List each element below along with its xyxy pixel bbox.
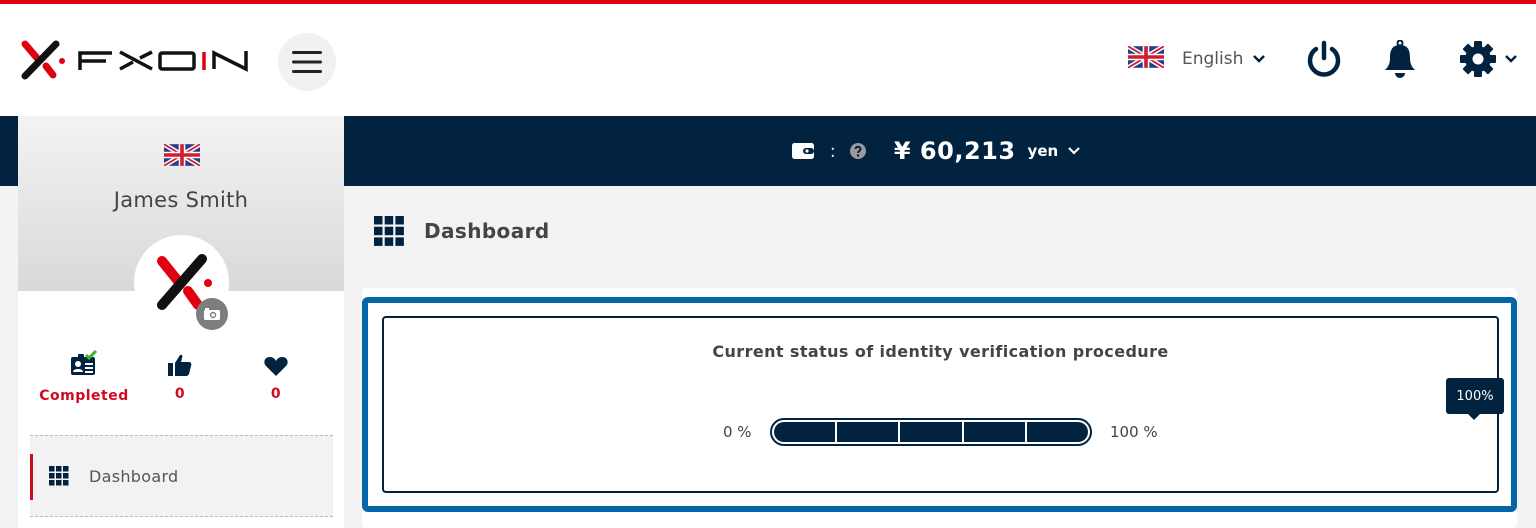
sidebar: James Smith Completed 0 0 Dashboard [18,116,344,528]
page-title-label: Dashboard [424,219,550,243]
menu-toggle-button[interactable] [278,33,336,91]
chevron-down-icon [1505,55,1517,63]
uk-flag-icon [162,142,202,170]
profile-stats: Completed 0 0 [36,346,326,404]
balance-help-button[interactable] [849,143,866,159]
stat-verification[interactable]: Completed [36,346,132,404]
notifications-button[interactable] [1383,40,1417,78]
balance-bar: : ¥ 60,213 yen [344,116,1536,186]
verification-status-title: Current status of identity verification … [712,342,1169,361]
progress-fill [774,422,1088,442]
sidebar-item-dashboard[interactable]: Dashboard [30,435,333,517]
balance-separator: : [829,140,836,162]
balance-unit: yen [1027,142,1059,160]
progress-segment [774,422,838,442]
bell-icon [1385,40,1415,78]
profile-name: James Smith [113,188,249,212]
logout-button[interactable] [1306,40,1342,78]
balance-amount: ¥ 60,213 [893,137,1016,165]
progress-segment [964,422,1027,442]
heart-icon [264,346,288,376]
progress-tooltip: 100% [1446,378,1504,420]
stat-favorites[interactable]: 0 [228,346,324,404]
camera-icon [204,308,220,320]
left-edge-bar [0,116,18,186]
page-title: Dashboard [374,216,550,246]
id-card-check-icon [70,346,98,376]
language-selector[interactable]: English [1126,44,1266,72]
progress-segment [837,422,901,442]
verification-status-panel: Current status of identity verification … [382,316,1504,493]
language-label: English [1182,49,1244,69]
active-indicator [30,454,33,500]
progress-segment [900,422,964,442]
gear-icon [1460,41,1496,77]
fxon-logo[interactable] [18,38,248,82]
thumbs-up-icon [168,346,192,376]
question-circle-icon [849,143,866,159]
verification-progress: 0 % 100% 100 % [384,378,1504,448]
progress-min-label: 0 % [723,423,752,441]
uk-flag-icon [1126,44,1166,72]
sidebar-item-label: Dashboard [89,466,179,486]
fxon-mark-icon [21,40,65,80]
progress-max-label: 100 % [1110,423,1158,441]
wallet-icon [791,143,814,159]
chevron-down-icon [1068,147,1080,155]
power-icon [1307,40,1341,77]
change-avatar-button[interactable] [196,298,228,330]
progress-segment [1027,422,1088,442]
hamburger-icon [292,51,322,73]
settings-button[interactable] [1459,40,1517,78]
top-header: English [0,4,1536,116]
grid-icon [49,466,69,486]
fxon-wordmark [78,50,248,72]
chevron-down-icon [1253,55,1266,63]
stat-likes[interactable]: 0 [132,346,228,404]
grid-icon [374,216,404,246]
stat-value: Completed [39,388,129,404]
stat-value: 0 [174,386,186,402]
stat-value: 0 [270,386,282,402]
currency-toggle[interactable]: ¥ 60,213 yen [894,137,1080,165]
progress-track: 100% [770,378,1504,446]
